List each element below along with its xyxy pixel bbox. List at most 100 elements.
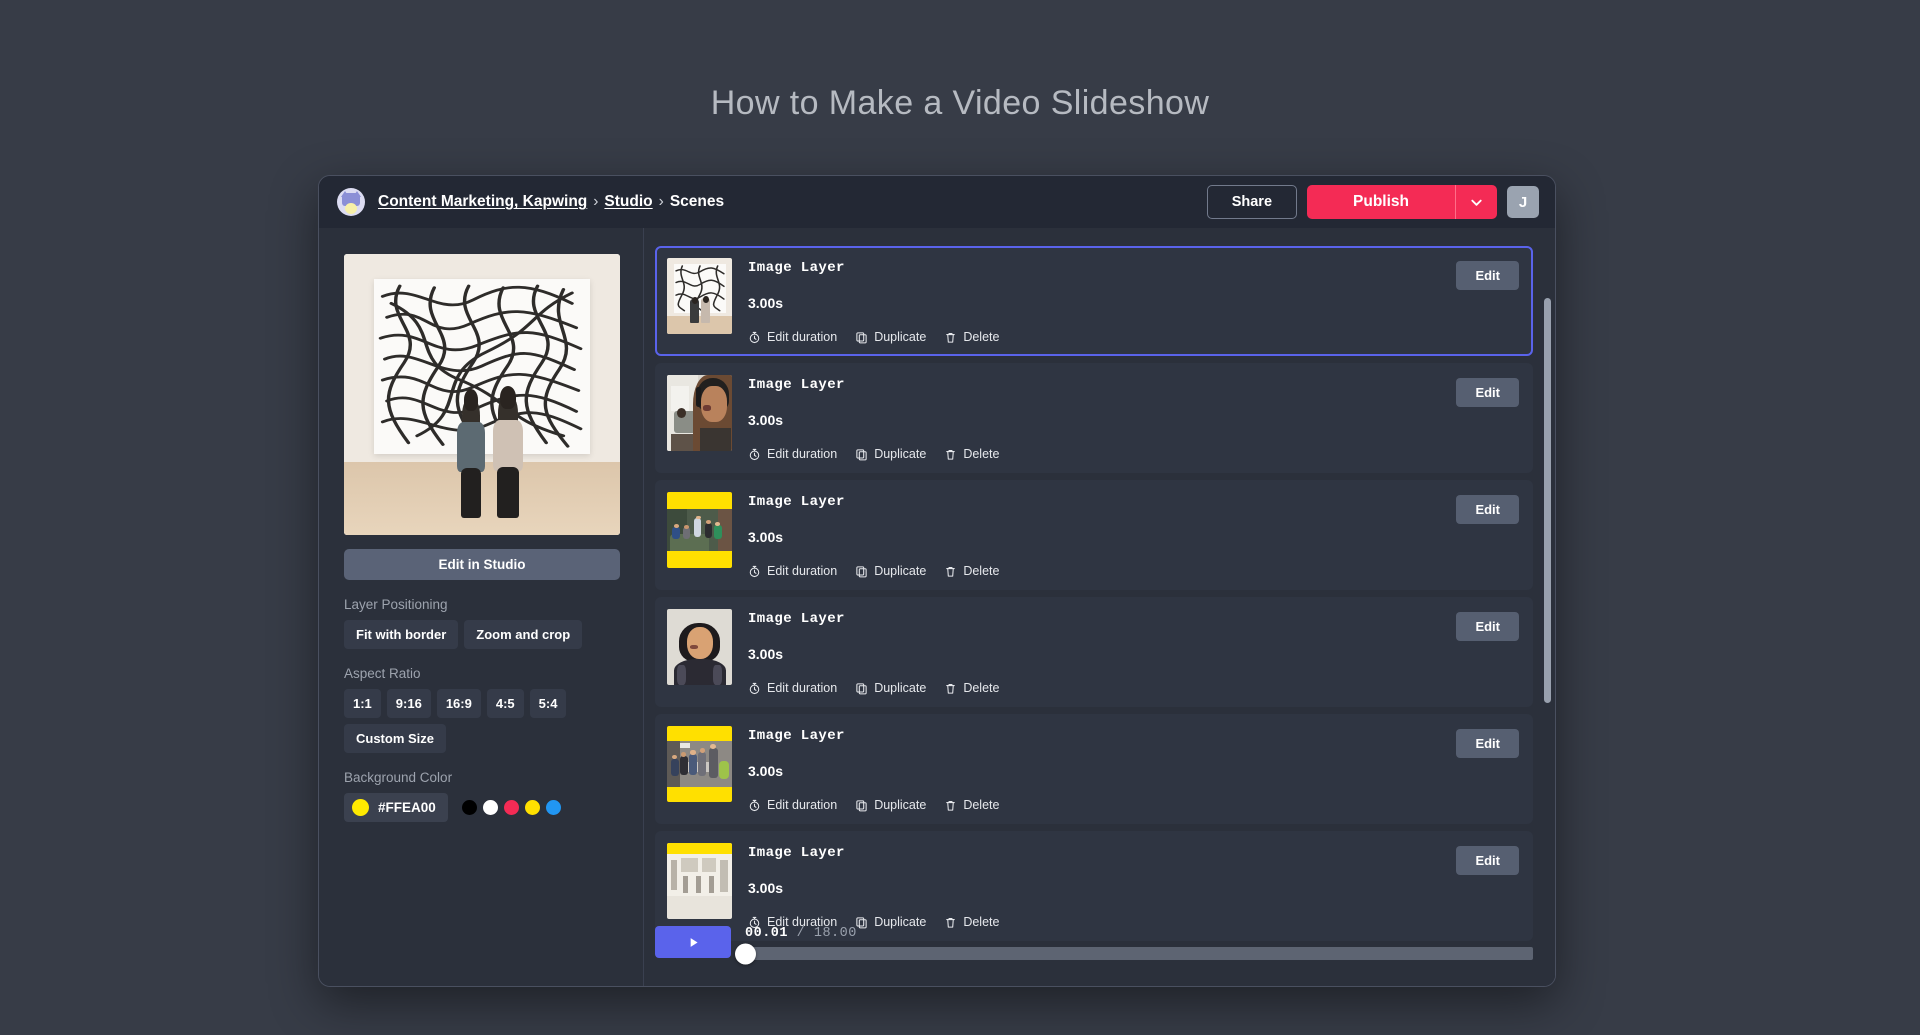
duplicate-label: Duplicate xyxy=(874,681,926,695)
user-avatar[interactable]: J xyxy=(1507,186,1539,218)
edit-duration-button[interactable]: Edit duration xyxy=(748,564,837,578)
delete-button[interactable]: Delete xyxy=(944,564,999,578)
copy-icon xyxy=(855,799,868,812)
layer-duration: 3.00s xyxy=(748,763,1456,779)
edit-duration-label: Edit duration xyxy=(767,447,837,461)
aspect-ratio-9-16[interactable]: 9:16 xyxy=(387,689,431,718)
breadcrumb: Content Marketing, Kapwing › Studio › Sc… xyxy=(378,193,724,211)
edit-duration-button[interactable]: Edit duration xyxy=(748,798,837,812)
breadcrumb-separator-2: › xyxy=(659,193,664,211)
copy-icon xyxy=(855,448,868,461)
duplicate-button[interactable]: Duplicate xyxy=(855,447,926,461)
table-row[interactable]: Image Layer 3.00s Edit duration Duplicat… xyxy=(655,480,1533,590)
publish-button[interactable]: Publish xyxy=(1307,185,1455,219)
edit-button[interactable]: Edit xyxy=(1456,729,1519,758)
edit-button[interactable]: Edit xyxy=(1456,261,1519,290)
aspect-ratio-label: Aspect Ratio xyxy=(344,666,618,681)
swatch-yellow[interactable] xyxy=(525,800,540,815)
breadcrumb-studio[interactable]: Studio xyxy=(604,193,652,211)
edit-duration-button[interactable]: Edit duration xyxy=(748,447,837,461)
scrollbar-thumb[interactable] xyxy=(1544,298,1551,703)
delete-label: Delete xyxy=(963,447,999,461)
custom-size-row: Custom Size xyxy=(344,724,618,753)
trash-icon xyxy=(944,448,957,461)
publish-button-group: Publish xyxy=(1307,185,1497,219)
delete-button[interactable]: Delete xyxy=(944,330,999,344)
gallery-figure-left xyxy=(454,389,487,518)
layer-name: Image Layer xyxy=(748,611,1456,627)
layer-duration: 3.00s xyxy=(748,880,1456,896)
edit-duration-button[interactable]: Edit duration xyxy=(748,681,837,695)
publish-dropdown-button[interactable] xyxy=(1455,185,1497,219)
duplicate-button[interactable]: Duplicate xyxy=(855,330,926,344)
table-row[interactable]: Image Layer 3.00s Edit duration Duplicat… xyxy=(655,831,1533,941)
breadcrumb-project[interactable]: Content Marketing, Kapwing xyxy=(378,193,587,211)
scene-meta: Image Layer 3.00s Edit duration Duplicat… xyxy=(748,609,1456,695)
background-color-hex: #FFEA00 xyxy=(378,800,436,815)
aspect-ratio-4-5[interactable]: 4:5 xyxy=(487,689,524,718)
layer-positioning-label: Layer Positioning xyxy=(344,597,618,612)
layer-name: Image Layer xyxy=(748,377,1456,393)
table-row[interactable]: Image Layer 3.00s Edit duration Duplicat… xyxy=(655,714,1533,824)
scene-meta: Image Layer 3.00s Edit duration Duplicat… xyxy=(748,375,1456,461)
option-zoom-and-crop[interactable]: Zoom and crop xyxy=(464,620,582,649)
table-row[interactable]: Image Layer 3.00s Edit duration Duplicat… xyxy=(655,246,1533,356)
delete-button[interactable]: Delete xyxy=(944,681,999,695)
stopwatch-icon xyxy=(748,331,761,344)
delete-label: Delete xyxy=(963,798,999,812)
breadcrumb-current: Scenes xyxy=(670,193,724,211)
row-actions: Edit duration Duplicate Delete xyxy=(748,330,1456,344)
swatch-white[interactable] xyxy=(483,800,498,815)
table-row[interactable]: Image Layer 3.00s Edit duration Duplicat… xyxy=(655,363,1533,473)
edit-duration-label: Edit duration xyxy=(767,681,837,695)
aspect-ratio-16-9[interactable]: 16:9 xyxy=(437,689,481,718)
aspect-ratio-1-1[interactable]: 1:1 xyxy=(344,689,381,718)
swatch-red[interactable] xyxy=(504,800,519,815)
scrubber-track[interactable] xyxy=(745,947,1533,960)
swatch-blue[interactable] xyxy=(546,800,561,815)
app-window: Content Marketing, Kapwing › Studio › Sc… xyxy=(318,175,1556,987)
scene-meta: Image Layer 3.00s Edit duration Duplicat… xyxy=(748,843,1456,929)
edit-button[interactable]: Edit xyxy=(1456,612,1519,641)
swatch-black[interactable] xyxy=(462,800,477,815)
layer-positioning-options: Fit with border Zoom and crop xyxy=(344,620,618,649)
page-title: How to Make a Video Slideshow xyxy=(0,84,1920,123)
scene-list: Image Layer 3.00s Edit duration Duplicat… xyxy=(644,228,1555,986)
breadcrumb-separator-1: › xyxy=(593,193,598,211)
row-actions: Edit duration Duplicate Delete xyxy=(748,681,1456,695)
duplicate-button[interactable]: Duplicate xyxy=(855,681,926,695)
layer-preview[interactable] xyxy=(344,254,620,535)
table-row[interactable]: Image Layer 3.00s Edit duration Duplicat… xyxy=(655,597,1533,707)
play-button[interactable] xyxy=(655,926,731,958)
layer-name: Image Layer xyxy=(748,845,1456,861)
scrubber-handle[interactable] xyxy=(735,943,756,964)
aspect-ratio-5-4[interactable]: 5:4 xyxy=(530,689,567,718)
edit-duration-button[interactable]: Edit duration xyxy=(748,330,837,344)
current-color-swatch xyxy=(352,799,369,816)
background-color-current[interactable]: #FFEA00 xyxy=(344,793,448,822)
row-actions: Edit duration Duplicate Delete xyxy=(748,447,1456,461)
total-time: 18.00 xyxy=(814,926,857,941)
abstract-line-art-thumb xyxy=(674,264,726,313)
scene-list-scrollbar[interactable] xyxy=(1544,246,1551,986)
edit-in-studio-button[interactable]: Edit in Studio xyxy=(344,549,620,580)
layer-duration: 3.00s xyxy=(748,646,1456,662)
edit-button[interactable]: Edit xyxy=(1456,495,1519,524)
scene-meta: Image Layer 3.00s Edit duration Duplicat… xyxy=(748,726,1456,812)
option-fit-with-border[interactable]: Fit with border xyxy=(344,620,458,649)
duplicate-label: Duplicate xyxy=(874,330,926,344)
edit-button[interactable]: Edit xyxy=(1456,378,1519,407)
duplicate-button[interactable]: Duplicate xyxy=(855,564,926,578)
edit-button[interactable]: Edit xyxy=(1456,846,1519,875)
time-separator: / xyxy=(797,926,806,941)
layer-name: Image Layer xyxy=(748,260,1456,276)
share-button[interactable]: Share xyxy=(1207,185,1297,219)
layer-duration: 3.00s xyxy=(748,295,1456,311)
delete-button[interactable]: Delete xyxy=(944,798,999,812)
delete-button[interactable]: Delete xyxy=(944,447,999,461)
copy-icon xyxy=(855,565,868,578)
custom-size-button[interactable]: Custom Size xyxy=(344,724,446,753)
delete-label: Delete xyxy=(963,564,999,578)
cat-avatar-icon xyxy=(337,188,365,216)
duplicate-button[interactable]: Duplicate xyxy=(855,798,926,812)
